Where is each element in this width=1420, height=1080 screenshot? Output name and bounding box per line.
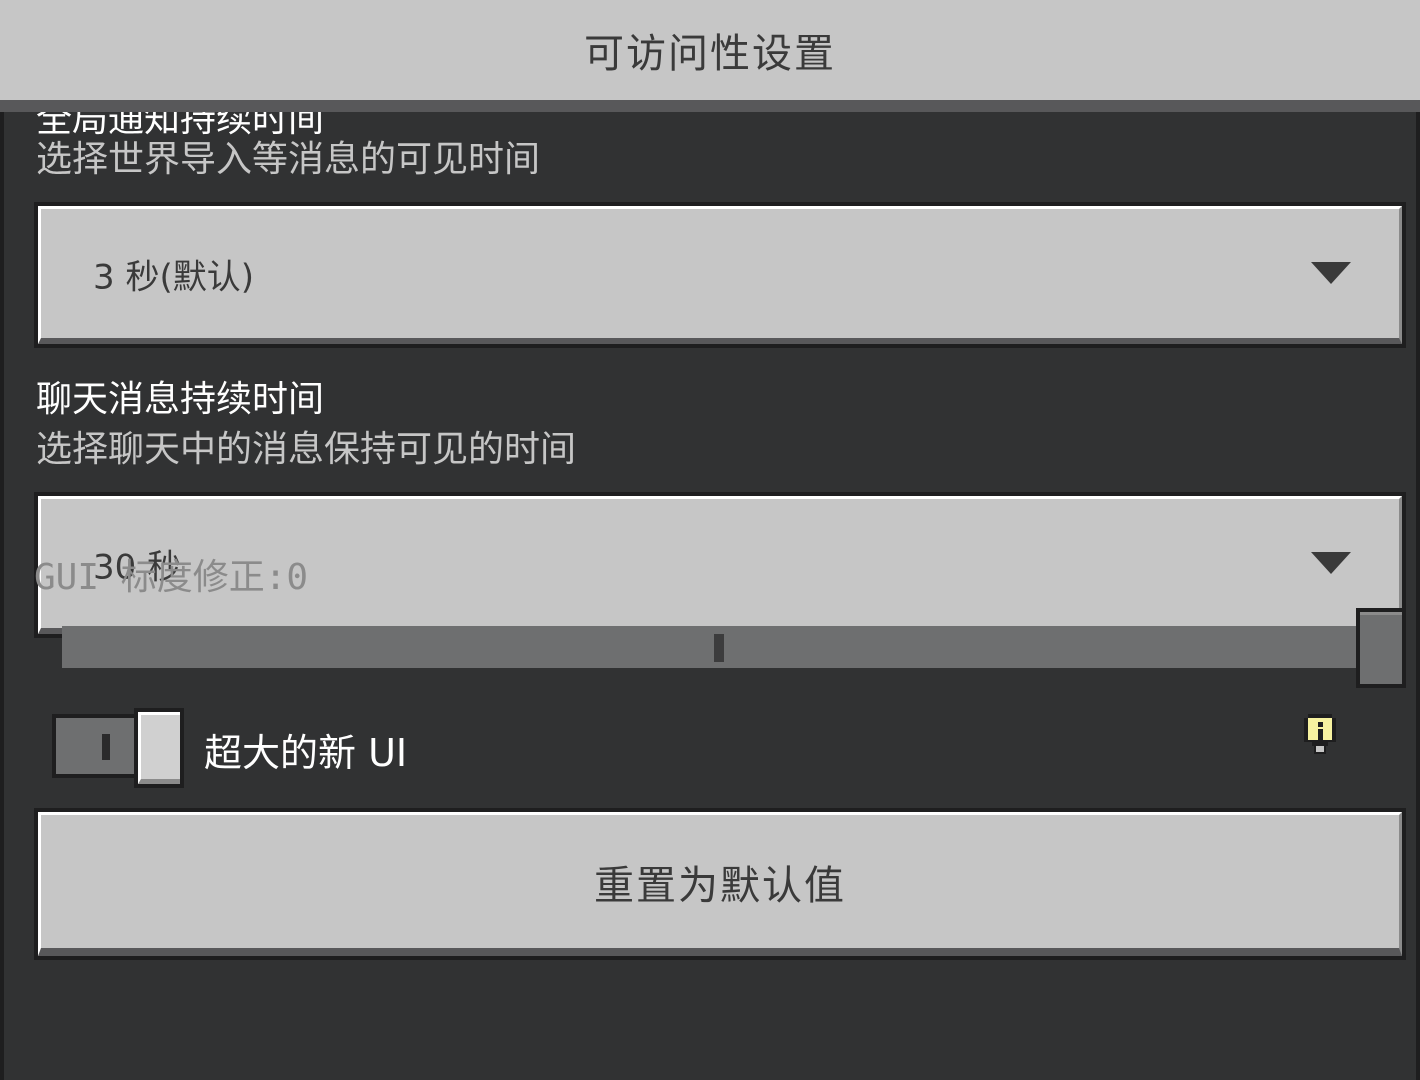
panel-border-right <box>1416 112 1420 1080</box>
toggle-off-mark <box>102 734 110 760</box>
slider-thumb-face <box>1360 612 1402 684</box>
reset-to-default-button[interactable]: 重置为默认值 <box>34 808 1406 960</box>
panel-border-left <box>0 112 4 1080</box>
chevron-down-icon <box>1311 261 1351 284</box>
chat-duration-description: 选择聊天中的消息保持可见的时间 <box>36 429 577 470</box>
page-header: 可访问性设置 <box>0 0 1420 100</box>
header-divider <box>0 100 1420 112</box>
dropdown-value: 3 秒(默认) <box>93 257 254 297</box>
slider-center-tick <box>714 634 724 662</box>
gui-scale-label: GUI 标度修正:0 <box>34 557 309 598</box>
toggle-track-fill <box>56 718 138 774</box>
toggle-knob <box>134 708 184 788</box>
toggle-track <box>52 714 142 778</box>
reset-button-label: 重置为默认值 <box>594 862 846 909</box>
gui-scale-slider-track[interactable] <box>62 626 1362 668</box>
page-title: 可访问性设置 <box>584 31 836 77</box>
chevron-down-icon <box>1311 551 1351 574</box>
toggle-knob-face <box>138 712 180 784</box>
lightbulb-icon[interactable] <box>1300 712 1340 760</box>
large-ui-toggle[interactable] <box>52 708 184 788</box>
gui-scale-slider-thumb[interactable] <box>1356 608 1406 688</box>
dropdown-face: 3 秒(默认) <box>38 206 1402 344</box>
notification-duration-description: 选择世界导入等消息的可见时间 <box>36 139 541 180</box>
chat-duration-label: 聊天消息持续时间 <box>36 379 325 420</box>
large-ui-label: 超大的新 UI <box>204 731 408 775</box>
button-face: 重置为默认值 <box>38 812 1402 956</box>
notification-duration-dropdown[interactable]: 3 秒(默认) <box>34 202 1406 348</box>
